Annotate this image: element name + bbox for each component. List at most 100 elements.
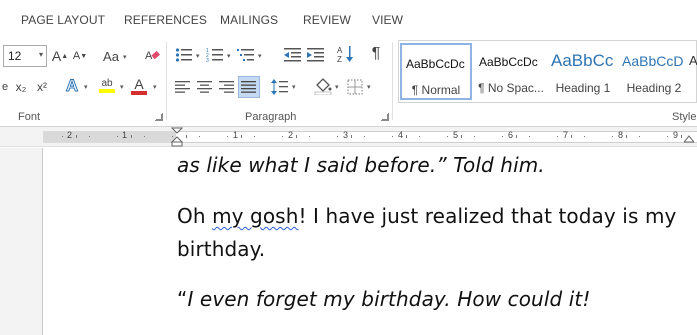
tab-page-layout[interactable]: PAGE LAYOUT	[21, 13, 105, 27]
horizontal-ruler[interactable]: 2 1 1 2 3 4 5 6 7 8 9	[0, 127, 697, 147]
styles-group-label: Style	[672, 111, 697, 123]
bullets-button[interactable]	[174, 45, 194, 65]
indent-marker-icon[interactable]	[171, 127, 183, 147]
style-name: ¶ Normal	[411, 83, 461, 97]
ribbon-tabs: PAGE LAYOUT REFERENCES MAILINGS REVIEW V…	[0, 0, 697, 40]
right-indent-marker-icon[interactable]	[684, 133, 694, 143]
chevron-down-icon: ▾	[367, 84, 371, 91]
ruler-tick	[405, 135, 407, 138]
group-divider	[166, 42, 167, 120]
ruler-tick	[240, 135, 242, 138]
show-formatting-marks-button[interactable]: ¶	[367, 44, 385, 64]
tab-view[interactable]: VIEW	[372, 13, 403, 27]
ruler-tick	[199, 136, 201, 137]
line-spacing-button[interactable]	[271, 77, 289, 97]
font-group-label: Font	[18, 111, 41, 123]
superscript-button[interactable]: x²	[34, 77, 50, 97]
ruler-number: 8	[618, 130, 624, 140]
ruler-tick	[144, 136, 146, 137]
highlight-color-swatch	[99, 89, 115, 93]
text-run: ! I have just realized that today is my	[298, 204, 677, 228]
ruler-tick	[295, 135, 297, 138]
group-divider	[392, 42, 393, 120]
change-case-button[interactable]: Aa	[100, 46, 122, 66]
ruler-tick	[185, 135, 187, 138]
increase-indent-button[interactable]	[306, 45, 326, 65]
font-color-swatch	[131, 90, 147, 95]
justify-button[interactable]	[238, 76, 260, 98]
grammar-flagged-text[interactable]: my gosh	[212, 204, 298, 228]
document-line: birthday.	[177, 237, 266, 261]
align-left-icon	[175, 81, 190, 93]
ruler-number: 1	[122, 130, 128, 140]
ruler-number: 5	[453, 130, 459, 140]
style-name: Heading 2	[626, 81, 682, 95]
ruler-tick	[570, 135, 572, 138]
ruler-number: 1	[233, 130, 239, 140]
ruler-tick	[501, 136, 503, 137]
style-normal[interactable]: AaBbCcDc ¶ Normal	[400, 43, 472, 100]
text-effects-button[interactable]: A	[63, 76, 81, 96]
svg-text:A: A	[337, 46, 343, 55]
shading-button[interactable]	[313, 76, 333, 96]
style-no-spacing[interactable]: AaBbCcDc ¶ No Spac...	[475, 43, 547, 100]
tab-references[interactable]: REFERENCES	[124, 13, 207, 27]
style-heading-2[interactable]: AaBbCcD Heading 2	[618, 43, 690, 100]
chevron-down-icon: ▾	[38, 50, 43, 59]
decrease-indent-icon	[284, 48, 301, 62]
style-name: Heading 1	[555, 81, 611, 95]
line-spacing-icon	[271, 79, 288, 95]
chevron-down-icon: ▾	[84, 84, 88, 91]
sort-button[interactable]: A Z	[336, 44, 356, 64]
style-name: ¶ No Spac...	[478, 81, 544, 95]
ruler-tick	[254, 136, 256, 137]
style-sample: AaBbCcDc	[406, 57, 465, 71]
paragraph-dialog-launcher[interactable]	[381, 113, 389, 121]
bullets-icon	[175, 48, 192, 62]
borders-button[interactable]	[346, 77, 364, 97]
ruler-tick	[639, 136, 641, 137]
ruler-tick	[474, 136, 476, 137]
ruler-number: 6	[508, 130, 514, 140]
chevron-down-icon: ▾	[292, 84, 296, 91]
styles-gallery: AaBbCcDc ¶ Normal AaBbCcDc ¶ No Spac... …	[398, 40, 697, 103]
multilevel-list-button[interactable]	[236, 45, 256, 65]
text-run: I even forget my birthday. How could it!	[187, 287, 591, 311]
style-partial-sample: A	[689, 53, 697, 68]
ruler-tick	[350, 135, 352, 138]
font-size-select[interactable]: 12 ▾	[3, 45, 47, 67]
highlight-button[interactable]: ab	[97, 76, 117, 96]
paragraph-group-label: Paragraph	[245, 111, 297, 123]
ruler-number: 4	[398, 130, 404, 140]
chevron-down-icon: ▾	[120, 84, 124, 91]
ruler-tick	[584, 136, 586, 137]
decrease-indent-button[interactable]	[283, 45, 303, 65]
style-heading-1[interactable]: AaBbCc Heading 1	[547, 43, 619, 100]
subscript-button[interactable]: x₂	[13, 77, 29, 97]
ruler-tick	[529, 136, 531, 137]
shrink-font-button[interactable]: A ▼	[72, 46, 88, 66]
svg-text:3: 3	[206, 58, 209, 63]
strikethrough-partial-icon[interactable]: e	[0, 77, 12, 97]
paint-bucket-icon	[314, 78, 332, 95]
ruler-tick	[391, 136, 393, 137]
tab-review[interactable]: REVIEW	[303, 13, 351, 27]
align-left-button[interactable]	[174, 77, 192, 97]
justify-icon	[241, 81, 256, 93]
ruler-tick	[309, 136, 311, 137]
font-dialog-launcher[interactable]	[155, 113, 163, 121]
ruler-tick	[226, 136, 228, 137]
multilevel-list-icon	[237, 49, 254, 61]
align-right-button[interactable]	[218, 77, 236, 97]
align-center-button[interactable]	[196, 77, 214, 97]
text-run: Oh	[177, 204, 213, 228]
ruler-left-margin	[43, 131, 176, 143]
clear-formatting-button[interactable]: A	[143, 45, 161, 65]
font-color-button[interactable]: A	[130, 76, 148, 96]
tab-mailings[interactable]: MAILINGS	[220, 13, 278, 27]
grow-font-button[interactable]: A ▲	[52, 46, 68, 66]
ruler-tick	[364, 136, 366, 137]
style-sample: AaBbCcDc	[479, 55, 538, 69]
numbering-button[interactable]: 1 2 3	[205, 45, 225, 65]
ruler-tick	[515, 135, 517, 138]
